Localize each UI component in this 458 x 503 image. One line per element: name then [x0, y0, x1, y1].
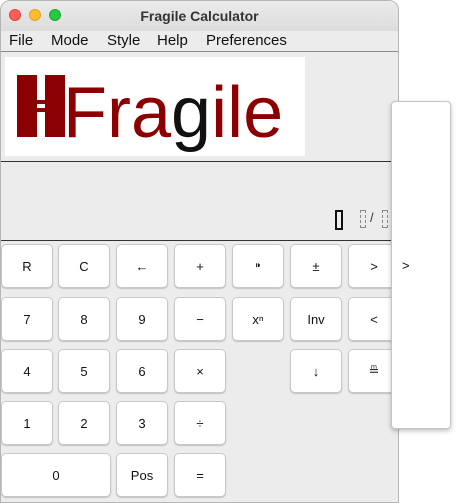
digit-3-button[interactable]: 3: [116, 401, 168, 445]
backspace-button[interactable]: ←: [116, 244, 168, 288]
window-title: Fragile Calculator: [140, 8, 259, 24]
menu-help[interactable]: Help: [157, 32, 188, 49]
position-button[interactable]: Pos: [116, 453, 168, 497]
digit-6-button[interactable]: 6: [116, 349, 168, 393]
logo-text: Fragile: [63, 73, 283, 153]
menu-mode[interactable]: Mode: [51, 32, 89, 49]
divide-button[interactable]: ÷: [174, 401, 226, 445]
title-bar: Fragile Calculator: [1, 1, 398, 31]
digit-5-button[interactable]: 5: [58, 349, 110, 393]
clear-button[interactable]: C: [58, 244, 110, 288]
plus-button[interactable]: +: [174, 244, 226, 288]
input-cursor-box[interactable]: [335, 210, 343, 230]
digit-0-button[interactable]: 0: [1, 453, 111, 497]
multiply-button[interactable]: ×: [174, 349, 226, 393]
menu-style[interactable]: Style: [107, 32, 140, 49]
menu-preferences[interactable]: Preferences: [206, 32, 287, 49]
digit-8-button[interactable]: 8: [58, 297, 110, 341]
digit-2-button[interactable]: 2: [58, 401, 110, 445]
digit-7-button[interactable]: 7: [1, 297, 53, 341]
special-op-button[interactable]: ⁍: [232, 244, 284, 288]
calculator-display: /: [1, 161, 398, 241]
down-arrow-button[interactable]: ↓: [290, 349, 342, 393]
calculator-window: Fragile Calculator File Mode Style Help …: [0, 0, 399, 503]
fraction-slash: /: [370, 210, 374, 225]
popup-arrow-label[interactable]: >: [402, 258, 410, 273]
recall-button[interactable]: R: [1, 244, 53, 288]
fraction-numerator-box[interactable]: [360, 210, 366, 228]
plus-minus-button[interactable]: ±: [290, 244, 342, 288]
menu-bar: File Mode Style Help Preferences: [1, 31, 398, 52]
inverse-button[interactable]: Inv: [290, 297, 342, 341]
menu-file[interactable]: File: [9, 32, 33, 49]
fraction-denominator-box[interactable]: [382, 210, 388, 228]
digit-9-button[interactable]: 9: [116, 297, 168, 341]
logo-image: Fragile: [17, 73, 283, 153]
digit-4-button[interactable]: 4: [1, 349, 53, 393]
digit-1-button[interactable]: 1: [1, 401, 53, 445]
equals-button[interactable]: =: [174, 453, 226, 497]
minus-button[interactable]: −: [174, 297, 226, 341]
power-button[interactable]: xⁿ: [232, 297, 284, 341]
fragile-logo: Fragile: [5, 57, 305, 156]
side-popup-panel: [391, 101, 451, 429]
